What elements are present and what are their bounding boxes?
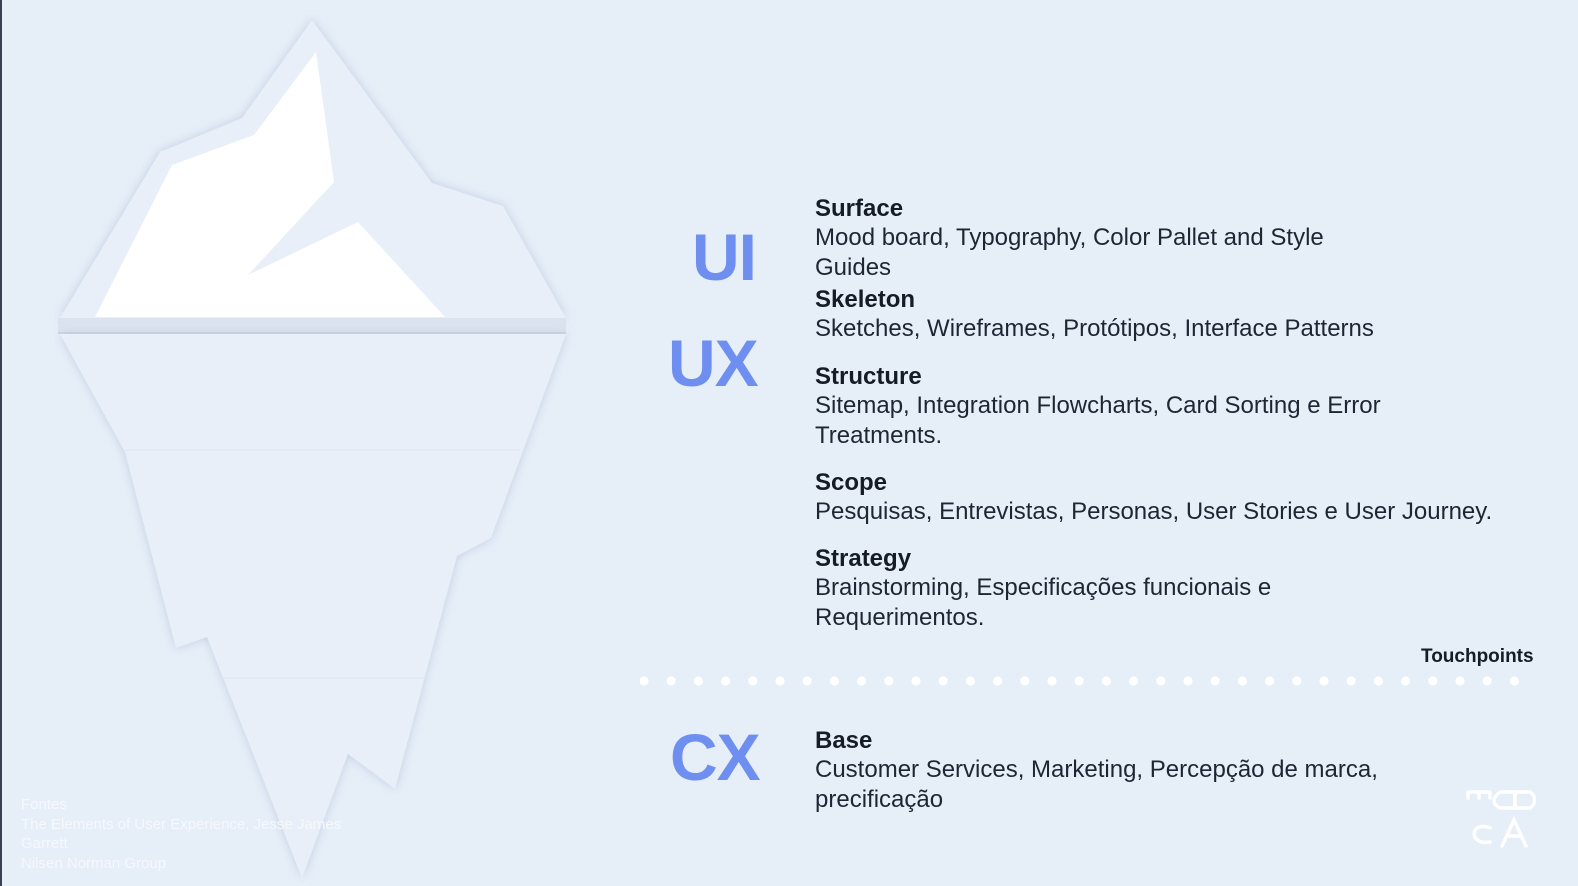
- layer-structure: Structure Sitemap, Integration Flowchart…: [815, 362, 1515, 451]
- layer-description: Pesquisas, Entrevistas, Personas, User S…: [815, 498, 1493, 525]
- separator-dot: [911, 676, 921, 686]
- separator-dot: [1210, 676, 1220, 686]
- layer-description: Sketches, Wireframes, Protótipos, Interf…: [815, 315, 1374, 342]
- separator-dot: [1265, 676, 1275, 686]
- sources-block: Fontes The Elements of User Experience, …: [21, 795, 366, 873]
- separator-dot: [721, 676, 731, 686]
- layer-skeleton: Skeleton Sketches, Wireframes, Protótipo…: [815, 285, 1515, 344]
- separator-dot: [1047, 676, 1057, 686]
- separator-dot: [1101, 676, 1111, 686]
- source-line: The Elements of User Experience, Jesse J…: [21, 815, 342, 833]
- layer-title: Scope: [815, 469, 888, 496]
- separator-dot: [802, 676, 812, 686]
- separator-dot: [640, 676, 649, 686]
- layer-description: Treatments.: [815, 422, 943, 449]
- separator-dot: [1183, 676, 1193, 686]
- layer-description: Sitemap, Integration Flowcharts, Card So…: [815, 392, 1381, 419]
- separator-dot: [1346, 676, 1356, 686]
- layer-strategy: Strategy Brainstorming, Especificações f…: [815, 544, 1515, 633]
- layer-title: Base: [815, 727, 873, 754]
- layer-description: Requerimentos.: [815, 604, 985, 631]
- sources-heading: Fontes: [21, 796, 67, 813]
- layer-description: Customer Services, Marketing, Percepção …: [815, 756, 1378, 783]
- iceberg-illustration: [58, 20, 566, 878]
- separator-dot: [748, 676, 758, 686]
- layer-scope: Scope Pesquisas, Entrevistas, Personas, …: [815, 468, 1515, 527]
- separator-dot: [1319, 676, 1329, 686]
- separator-dot: [829, 676, 839, 686]
- layer-title: Surface: [815, 195, 904, 222]
- separator-dot: [1373, 676, 1383, 686]
- separator-dot: [1482, 676, 1492, 686]
- separator-dot: [884, 676, 894, 686]
- touchpoints-label: Touchpoints: [1421, 646, 1534, 667]
- layer-description: Brainstorming, Especificações funcionais…: [815, 574, 1272, 601]
- cx-label: CX: [670, 720, 761, 794]
- source-line: Garrett: [21, 835, 68, 853]
- separator-dot: [1074, 676, 1084, 686]
- separator-dot: [1509, 676, 1519, 686]
- separator-dot: [693, 676, 703, 686]
- separator-dot: [965, 676, 975, 686]
- ui-label: UI: [692, 220, 757, 294]
- separator-dot: [938, 676, 948, 686]
- layer-description: Guides: [815, 254, 892, 281]
- layer-base: Base Customer Services, Marketing, Perce…: [815, 726, 1515, 815]
- separator-dot: [1156, 676, 1166, 686]
- layer-description: precificação: [815, 786, 944, 813]
- dotted-separator: [640, 676, 1519, 686]
- source-line: Nilsen Norman Group: [21, 854, 167, 872]
- layer-surface: Surface Mood board, Typography, Color Pa…: [815, 194, 1515, 283]
- separator-dot: [857, 676, 867, 686]
- separator-dot: [1020, 676, 1030, 686]
- layer-title: Strategy: [815, 545, 912, 572]
- separator-dot: [1129, 676, 1139, 686]
- ebac-logo: [1466, 790, 1537, 848]
- separator-dot: [1237, 676, 1247, 686]
- ux-label: UX: [668, 326, 759, 400]
- layer-title: Skeleton: [815, 286, 916, 313]
- separator-dot: [775, 676, 785, 686]
- separator-dot: [1292, 676, 1302, 686]
- separator-dot: [993, 676, 1003, 686]
- layer-title: Structure: [815, 363, 922, 390]
- layer-description: Mood board, Typography, Color Pallet and…: [815, 224, 1324, 251]
- separator-dot: [1455, 676, 1465, 686]
- separator-dot: [1401, 676, 1411, 686]
- separator-dot: [666, 676, 676, 686]
- separator-dot: [1428, 676, 1438, 686]
